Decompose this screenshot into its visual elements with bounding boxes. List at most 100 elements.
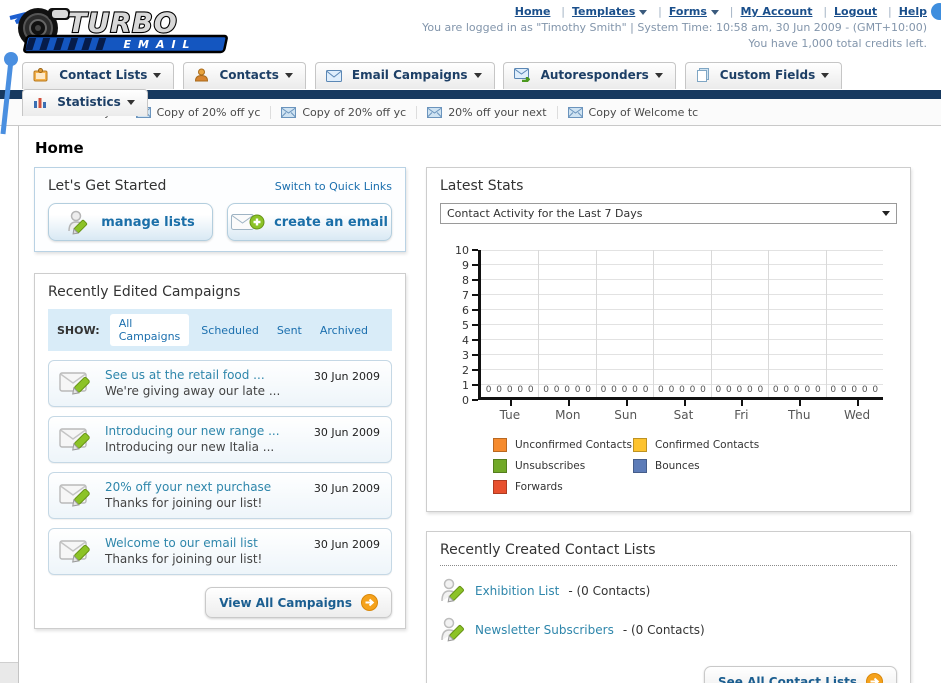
chart-value-group: 00000 bbox=[481, 385, 538, 395]
tab-statistics[interactable]: Statistics bbox=[22, 89, 148, 116]
chart-x-tick bbox=[683, 400, 686, 406]
tab-label: Contacts bbox=[219, 68, 279, 82]
chart-x-tick-label: Tue bbox=[481, 400, 539, 422]
recent-activity-item[interactable]: Copy of 20% off yc bbox=[135, 105, 272, 119]
tab-label: Custom Fields bbox=[719, 68, 816, 82]
chart-gridline bbox=[481, 294, 883, 295]
chart-value-label: 0 bbox=[840, 385, 847, 395]
tab-custom-fields[interactable]: Custom Fields bbox=[684, 62, 843, 89]
filter-archived[interactable]: Archived bbox=[320, 324, 368, 337]
envelope-pencil-icon bbox=[59, 484, 90, 507]
stats-dropdown[interactable]: Contact Activity for the Last 7 Days bbox=[440, 203, 897, 224]
contacts-icon bbox=[195, 68, 209, 82]
tab-email-campaigns[interactable]: Email Campaigns bbox=[314, 62, 495, 89]
legend-label: Confirmed Contacts bbox=[655, 439, 760, 451]
chart-value-label: 0 bbox=[527, 385, 534, 395]
chart-x-tick-label: Fri bbox=[712, 400, 770, 422]
campaign-row[interactable]: See us at the retail food ... We're givin… bbox=[48, 360, 392, 407]
campaign-row[interactable]: Welcome to our email list Thanks for join… bbox=[48, 528, 392, 575]
chart-x-tick bbox=[567, 400, 570, 406]
view-all-campaigns-label: View All Campaigns bbox=[219, 595, 352, 610]
chart-value-label: 0 bbox=[506, 385, 513, 395]
recent-activity-item[interactable]: 20% off your next bbox=[427, 105, 558, 119]
create-email-label: create an email bbox=[274, 214, 388, 230]
chart-value-label: 0 bbox=[517, 385, 524, 395]
tab-contact-lists[interactable]: Contact Lists bbox=[22, 62, 175, 89]
chart-day-label: Sun bbox=[614, 408, 638, 422]
filter-scheduled[interactable]: Scheduled bbox=[201, 324, 259, 337]
nav-help[interactable]: Help bbox=[881, 5, 927, 18]
filter-all-campaigns[interactable]: All Campaigns bbox=[109, 314, 190, 346]
recent-activity-item[interactable]: Copy of Welcome tc bbox=[567, 106, 709, 119]
chart-y-tick-label: 8 bbox=[462, 274, 469, 287]
chevron-down-icon bbox=[153, 73, 162, 78]
legend-item: Bounces bbox=[633, 459, 773, 473]
campaigns-filter-bar: SHOW: All Campaigns Scheduled Sent Archi… bbox=[48, 309, 392, 351]
campaign-subtitle: We're giving away our late ... bbox=[105, 384, 281, 398]
chart-value-label: 0 bbox=[553, 385, 560, 395]
campaign-date: 30 Jun 2009 bbox=[313, 426, 380, 439]
credits-info: You have 1,000 total credits left. bbox=[748, 37, 927, 50]
help-bubble-icon[interactable] bbox=[931, 3, 941, 20]
contact-lists-panel: Recently Created Contact Lists Exhibitio… bbox=[426, 531, 911, 683]
switch-quick-links-link[interactable]: Switch to Quick Links bbox=[275, 180, 392, 193]
envelope-pencil-icon bbox=[59, 540, 90, 563]
campaign-row[interactable]: 20% off your next purchase Thanks for joi… bbox=[48, 472, 392, 519]
chart-value-label: 0 bbox=[689, 385, 696, 395]
campaign-row[interactable]: Introducing our new range ... Introducing… bbox=[48, 416, 392, 463]
chevron-down-icon bbox=[473, 73, 482, 78]
header-nav: Home Templates Forms My Account Logout H… bbox=[422, 5, 927, 18]
chart-day-label: Mon bbox=[555, 408, 581, 422]
chart-day-label: Fri bbox=[734, 408, 749, 422]
chart-gridline bbox=[481, 264, 883, 265]
campaign-title-link[interactable]: Introducing our new range ... bbox=[105, 424, 280, 438]
recent-activity-item[interactable]: Copy of 20% off yc bbox=[281, 105, 418, 119]
contact-list-link[interactable]: Exhibition List bbox=[475, 584, 559, 598]
contact-list-link[interactable]: Newsletter Subscribers bbox=[475, 623, 614, 637]
chart-gridline bbox=[481, 309, 883, 310]
campaign-title-link[interactable]: Welcome to our email list bbox=[105, 536, 262, 550]
chart-day-label: Sat bbox=[673, 408, 694, 422]
chart-x-tick bbox=[799, 400, 802, 406]
manage-lists-button[interactable]: manage lists bbox=[48, 203, 213, 241]
chart-gridline bbox=[481, 354, 883, 355]
chart-day-separator bbox=[653, 250, 655, 397]
contact-list-row[interactable]: Exhibition List - (0 Contacts) bbox=[440, 577, 897, 605]
custom-fields-icon bbox=[696, 68, 709, 82]
filter-sent[interactable]: Sent bbox=[277, 324, 302, 337]
campaign-title-link[interactable]: See us at the retail food ... bbox=[105, 368, 280, 382]
view-all-campaigns-button[interactable]: View All Campaigns bbox=[205, 587, 392, 618]
person-pencil-icon bbox=[68, 210, 88, 235]
nav-my-account[interactable]: My Account bbox=[723, 5, 812, 18]
person-pencil-icon bbox=[441, 578, 464, 603]
chevron-down-icon bbox=[654, 73, 663, 78]
chart-value-label: 0 bbox=[632, 385, 638, 395]
dropdown-arrow-icon bbox=[639, 9, 648, 15]
chart-value-label: 0 bbox=[793, 385, 800, 395]
see-all-contact-lists-button[interactable]: See All Contact Lists bbox=[703, 666, 897, 683]
arrow-circle-icon bbox=[361, 594, 378, 611]
chart-value-label: 0 bbox=[485, 385, 492, 395]
envelope-pencil-icon bbox=[59, 428, 90, 451]
dropdown-arrow-icon bbox=[710, 9, 719, 15]
chart-value-label: 0 bbox=[814, 385, 821, 395]
app-logo[interactable]: TURBO EMAIL bbox=[6, 4, 256, 58]
tab-autoresponders[interactable]: Autoresponders bbox=[503, 62, 676, 89]
nav-home[interactable]: Home bbox=[515, 5, 551, 18]
nav-logout[interactable]: Logout bbox=[816, 5, 877, 18]
chart-value-group: 00000 bbox=[596, 385, 653, 395]
person-pencil-icon bbox=[441, 617, 464, 642]
chart-x-tick-label: Sat bbox=[655, 400, 713, 422]
tab-contacts[interactable]: Contacts bbox=[183, 62, 306, 89]
contact-list-row[interactable]: Newsletter Subscribers - (0 Contacts) bbox=[440, 616, 897, 644]
chart-day-separator bbox=[768, 250, 770, 397]
nav-templates[interactable]: Templates bbox=[554, 5, 648, 18]
create-email-button[interactable]: create an email bbox=[227, 203, 392, 241]
nav-forms[interactable]: Forms bbox=[651, 5, 719, 18]
campaign-title-link[interactable]: 20% off your next purchase bbox=[105, 480, 271, 494]
arrow-circle-icon bbox=[866, 673, 883, 683]
show-label: SHOW: bbox=[57, 323, 100, 337]
campaigns-panel: Recently Edited Campaigns SHOW: All Camp… bbox=[34, 273, 406, 629]
chart-gridline bbox=[481, 339, 883, 340]
chart-gridline bbox=[481, 279, 883, 280]
